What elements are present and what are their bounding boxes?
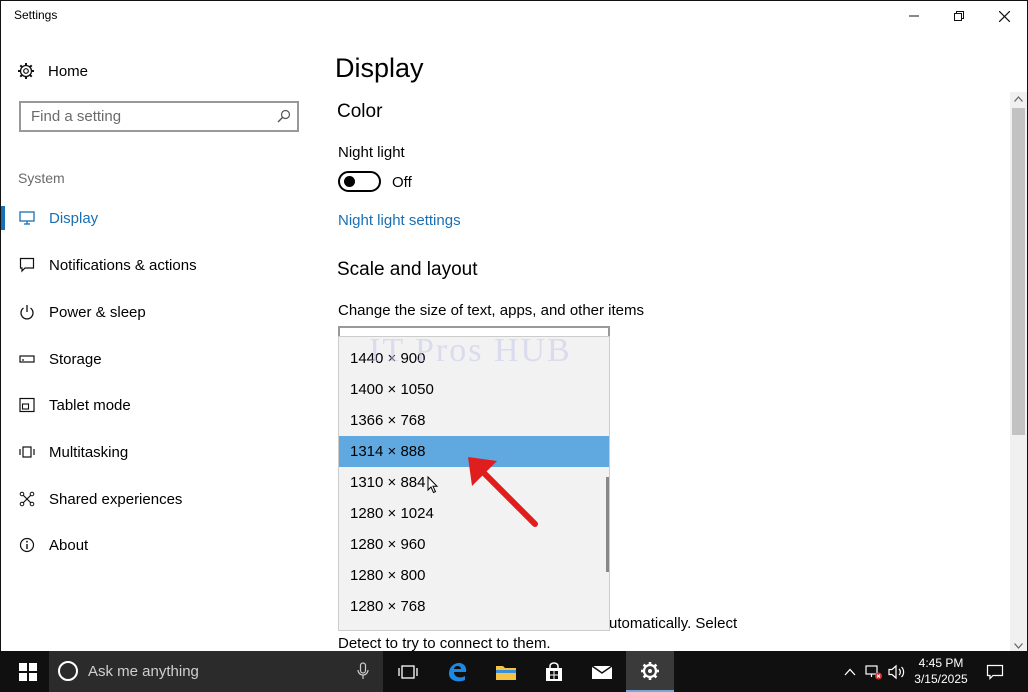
search-icon[interactable] [277,109,291,128]
restore-icon [954,11,964,21]
sidebar-item-shared-experiences[interactable]: Shared experiences [1,481,321,517]
detect-instructions-line-2: Detect to try to connect to them. [338,635,551,652]
network-disconnected-icon [865,664,882,679]
sidebar-item-label: Shared experiences [49,490,183,508]
resolution-option[interactable]: 1280 × 960 [339,529,609,560]
tablet-icon [19,397,35,413]
resolution-option[interactable]: 1440 × 900 [339,343,609,374]
speaker-icon [888,664,905,679]
resolution-option[interactable]: 1366 × 768 [339,405,609,436]
start-button[interactable] [8,651,48,692]
message-icon [19,257,35,273]
sidebar-item-label: Power & sleep [49,303,146,321]
sidebar-item-tablet-mode[interactable]: Tablet mode [1,387,321,423]
toggle-knob [344,176,355,187]
edge-button[interactable] [433,651,481,692]
system-group-heading: System [18,170,65,186]
sidebar-item-label: Tablet mode [49,396,131,414]
page-title: Display [335,53,424,83]
mail-icon [591,664,613,679]
home-label: Home [48,62,89,80]
sidebar-item-multitasking[interactable]: Multitasking [1,434,321,470]
clock-time: 4:45 PM [918,656,964,670]
power-icon [20,305,34,320]
scale-description: Change the size of text, apps, and other… [338,302,645,319]
sidebar-item-label: About [49,536,89,554]
taskbar: Ask me anything 4:45 PM 3/15/2025 [0,651,1028,692]
multitasking-icon [19,446,35,458]
close-button[interactable] [981,1,1027,31]
action-center-button[interactable] [980,651,1010,692]
shared-experiences-icon [19,491,35,507]
scroll-down-arrow-icon[interactable] [1014,643,1023,649]
task-view-icon [398,664,418,679]
resolution-option[interactable]: 1400 × 1050 [339,374,609,405]
title-bar: Settings [1,1,1027,31]
sidebar-item-label: Notifications & actions [49,256,197,274]
sidebar-item-power-sleep[interactable]: Power & sleep [1,294,321,330]
monitor-icon [19,211,35,225]
cortana-icon [58,661,78,681]
sidebar-item-storage[interactable]: Storage [1,341,321,377]
close-icon [998,10,1010,22]
minimize-button[interactable] [891,1,937,31]
microphone-icon[interactable] [357,662,369,680]
minimize-icon [909,15,919,17]
resolution-option[interactable]: 1280 × 768 [339,591,609,622]
chevron-up-icon [844,668,856,675]
settings-taskbar-button[interactable] [626,651,674,692]
windows-logo-icon [19,662,37,681]
resolution-option[interactable]: 1280 × 800 [339,560,609,591]
selected-indicator [1,206,5,230]
page-scrollbar[interactable] [1010,92,1027,651]
sidebar-item-notifications[interactable]: Notifications & actions [1,247,321,283]
night-light-label: Night light [338,144,405,161]
gear-icon [18,63,34,79]
mouse-cursor-icon [427,476,439,494]
clock[interactable]: 4:45 PM 3/15/2025 [906,655,976,687]
red-arrow-icon [468,457,538,527]
store-button[interactable] [530,651,578,692]
sidebar-item-display[interactable]: Display [1,200,321,236]
edge-browser-icon [449,662,467,681]
restore-button[interactable] [936,1,982,31]
page-scrollbar-thumb[interactable] [1012,108,1025,435]
sidebar-item-label: Storage [49,350,102,368]
search-input[interactable] [21,108,261,125]
detect-instructions-line-1: utomatically. Select [609,615,738,632]
mail-button[interactable] [578,651,626,692]
store-bag-icon [546,661,562,681]
storage-icon [19,355,35,363]
scroll-up-arrow-icon[interactable] [1014,96,1023,102]
find-setting-search[interactable] [19,101,299,132]
network-status-button[interactable] [864,651,884,692]
night-light-toggle[interactable] [338,171,381,192]
notification-icon [986,664,1004,680]
cortana-search-text: Ask me anything [88,663,199,680]
sidebar-item-label: Multitasking [49,443,129,461]
settings-gear-icon [641,661,659,680]
file-explorer-button[interactable] [482,651,530,692]
home-nav[interactable]: Home [17,59,88,83]
scale-layout-heading: Scale and layout [337,259,478,280]
sidebar-item-about[interactable]: About [1,527,321,563]
dropdown-scrollbar-thumb[interactable] [606,477,609,572]
show-hidden-icons-button[interactable] [842,651,858,692]
clock-date: 3/15/2025 [914,672,968,686]
folder-icon [496,665,516,680]
info-icon [19,537,35,553]
color-heading: Color [337,101,383,122]
volume-button[interactable] [887,651,907,692]
task-view-button[interactable] [384,651,432,692]
window-title: Settings [14,8,58,22]
sidebar-item-label: Display [49,209,99,227]
settings-window: Settings Home System [0,0,1028,652]
night-light-settings-link[interactable]: Night light settings [338,212,461,229]
night-light-state: Off [392,174,412,191]
cortana-search-box[interactable]: Ask me anything [49,651,383,692]
